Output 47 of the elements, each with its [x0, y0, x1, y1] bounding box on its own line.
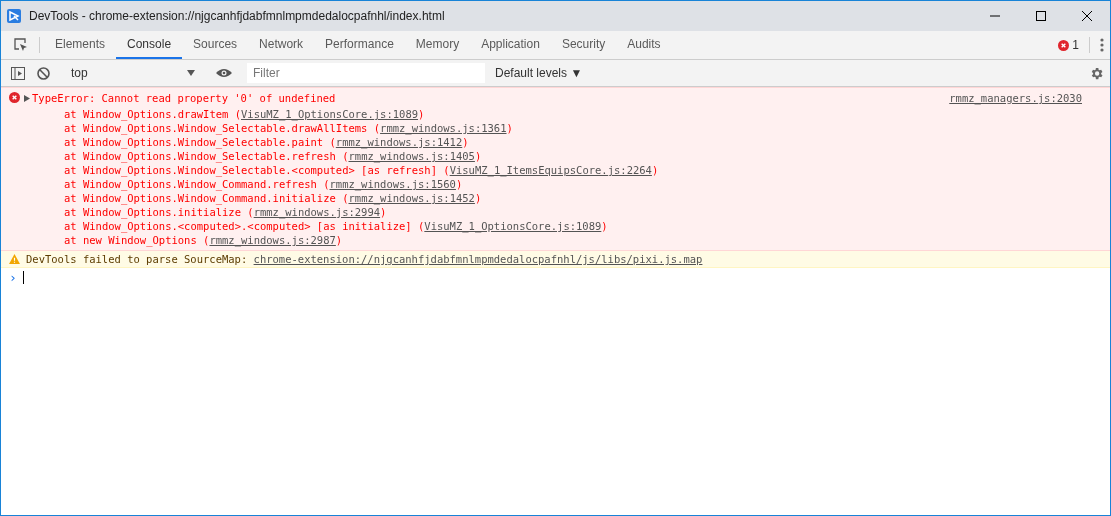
- source-link[interactable]: rmmz_windows.js:1412: [335, 136, 463, 148]
- caret-icon: [187, 70, 195, 76]
- error-text: TypeError: Cannot read property '0' of undefined: [32, 92, 336, 104]
- source-link[interactable]: rmmz_managers.js:2030: [949, 91, 1082, 247]
- error-icon: [1058, 39, 1070, 51]
- warning-text: DevTools failed to parse SourceMap: chrome-extension://njgcanhfjdabfmnlmpmdedalocpafnhl/js/libs/pixi.js.map: [26, 253, 703, 265]
- window-title: DevTools - chrome-extension://njgcanhfjdabfmnlmpmdedalocpafnhl/index.html: [29, 9, 446, 23]
- log-levels-dropdown[interactable]: Default levels ▼: [489, 65, 589, 81]
- stack-frame: at Window_Options.initialize (rmmz_windows.js:2994): [20, 205, 659, 219]
- stack-frame: at new Window_Options (rmmz_windows.js:2987): [20, 233, 659, 247]
- stack-frame: at Window_Options.Window_Command.initialize (rmmz_windows.js:1452): [20, 191, 659, 205]
- tab[interactable]: Audits: [616, 31, 672, 59]
- source-link[interactable]: VisuMZ_1_OptionsCore.js:1089: [424, 220, 602, 232]
- source-link[interactable]: VisuMZ_1_ItemsEquipsCore.js:2264: [449, 164, 652, 176]
- text-cursor: [22, 271, 24, 284]
- source-link[interactable]: rmmz_windows.js:1361: [380, 122, 507, 134]
- maximize-icon: [1036, 11, 1046, 21]
- collapsed-triangle-icon[interactable]: [24, 95, 30, 102]
- prompt-icon: ›: [9, 270, 17, 285]
- app-logo-icon: [7, 9, 21, 23]
- tab[interactable]: Sources: [182, 31, 249, 59]
- stack-frame: at Window_Options.Window_Command.refresh (rmmz_windows.js:1560): [20, 177, 659, 191]
- tab[interactable]: Application: [470, 31, 551, 59]
- source-link[interactable]: rmmz_windows.js:1560: [329, 178, 456, 190]
- tab[interactable]: Performance: [314, 31, 405, 59]
- source-link[interactable]: VisuMZ_1_OptionsCore.js:1089: [241, 108, 419, 120]
- source-link[interactable]: rmmz_windows.js:1405: [348, 150, 475, 162]
- source-link[interactable]: rmmz_windows.js:1452: [348, 192, 475, 204]
- stack-frame: at Window_Options.drawItem (VisuMZ_1_OptionsCore.js:1089): [20, 107, 659, 121]
- tab[interactable]: Network: [248, 31, 315, 59]
- source-link[interactable]: rmmz_windows.js:2994: [253, 206, 381, 218]
- tab[interactable]: Security: [550, 31, 617, 59]
- tab[interactable]: Memory: [404, 31, 471, 59]
- source-link[interactable]: rmmz_windows.js:2987: [209, 234, 336, 246]
- tab[interactable]: Elements: [44, 31, 117, 59]
- stack-frame: at Window_Options.<computed>.<computed> [as initialize] (VisuMZ_1_OptionsCore.js:1089): [20, 219, 659, 233]
- stack-frame: at Window_Options.Window_Selectable.drawAllItems (rmmz_windows.js:1361): [20, 121, 659, 135]
- close-icon: [1082, 11, 1092, 21]
- error-count: 1: [1072, 38, 1079, 52]
- stack-frame: at Window_Options.Window_Selectable.refresh (rmmz_windows.js:1405): [20, 149, 659, 163]
- error-icon: [9, 92, 20, 103]
- stack-frame: at Window_Options.Window_Selectable.paint (rmmz_windows.js:1412): [20, 135, 659, 149]
- filter-field[interactable]: Filter: [247, 63, 485, 83]
- source-link[interactable]: chrome-extension://njgcanhfjdabfmnlmpmdedalocpafnhl/js/libs/pixi.js.map: [253, 253, 703, 265]
- stack-frame: at Window_Options.Window_Selectable.<computed> [as refresh] (VisuMZ_1_ItemsEquipsCore.js:2264): [20, 163, 659, 177]
- warning-icon: [9, 254, 20, 264]
- context-dropdown[interactable]: top: [65, 66, 201, 80]
